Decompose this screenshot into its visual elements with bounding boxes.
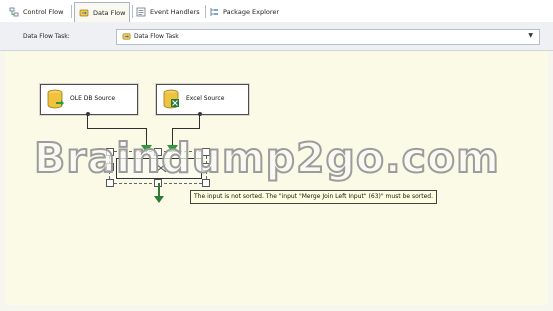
ole-db-source-component[interactable]: OLE DB Source [40, 84, 138, 115]
tab-event-handlers-label: Event Handlers [150, 7, 200, 16]
excel-path-segment[interactable] [199, 114, 200, 128]
error-tooltip: The input is not sorted. The "input "Mer… [190, 190, 437, 204]
data-flow-task-icon [122, 33, 131, 40]
tab-data-flow[interactable]: Data Flow [74, 2, 131, 22]
tab-package-explorer-label: Package Explorer [223, 7, 280, 16]
watermark-text: Braindump2go.com [33, 133, 500, 183]
tab-package-explorer[interactable]: Package Explorer [209, 3, 279, 20]
tab-control-flow-label: Control Flow [23, 7, 64, 16]
tab-event-handlers[interactable]: Event Handlers [136, 3, 200, 20]
ole-db-path-segment[interactable] [87, 128, 146, 129]
designer-tab-strip: Control Flow Data Flow Event Handlers Pa… [0, 0, 553, 23]
data-flow-task-selected: Data Flow Task [134, 33, 179, 40]
data-flow-task-dropdown[interactable]: Data Flow Task ▼ [116, 29, 540, 45]
control-flow-icon [9, 7, 19, 16]
tab-control-flow[interactable]: Control Flow [9, 3, 63, 20]
ole-db-source-label: OLE DB Source [70, 95, 116, 102]
data-flow-icon [79, 9, 89, 16]
package-explorer-icon [210, 7, 218, 16]
excel-source-label: Excel Source [186, 95, 225, 102]
package-designer: Control Flow Data Flow Event Handlers Pa… [0, 0, 553, 311]
tab-divider [71, 5, 72, 18]
ole-db-path-segment[interactable] [87, 114, 88, 128]
tab-divider [132, 5, 133, 18]
excel-source-component[interactable]: Excel Source [156, 84, 249, 115]
tab-divider [205, 5, 206, 18]
excel-source-icon [163, 89, 179, 109]
merge-join-output-path[interactable] [158, 183, 160, 197]
dropdown-arrow-icon[interactable]: ▼ [528, 32, 533, 39]
database-source-icon [47, 89, 64, 109]
event-handlers-icon [136, 7, 146, 16]
output-arrow-icon [154, 196, 164, 203]
task-selector-bar: Data Flow Task: Data Flow Task ▼ [0, 22, 553, 51]
task-selector-label: Data Flow Task: [23, 33, 70, 40]
tab-data-flow-label: Data Flow [93, 8, 126, 17]
excel-path-segment[interactable] [172, 128, 200, 129]
